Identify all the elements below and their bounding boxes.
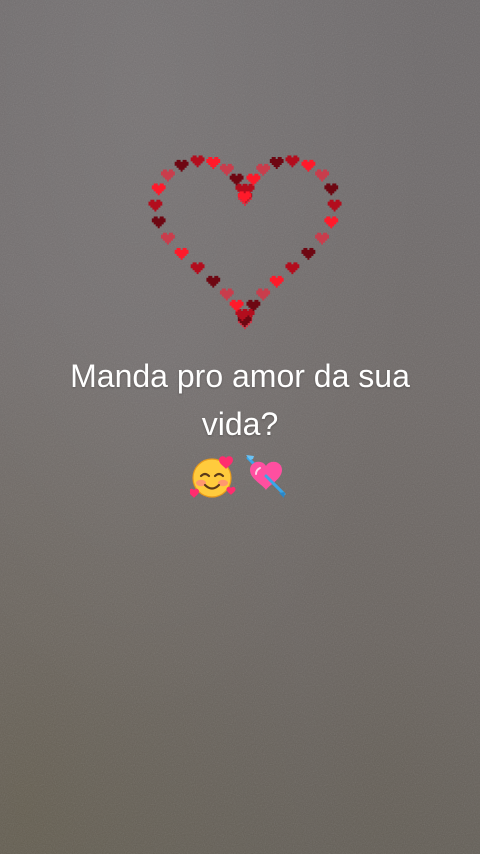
- smiling-face-with-hearts-icon: [189, 456, 236, 498]
- small-heart-icon: [285, 262, 300, 275]
- small-heart-icon: [174, 247, 189, 260]
- caption-text: Manda pro amor da sua vida?: [20, 352, 460, 448]
- small-heart-icon: [206, 157, 221, 169]
- small-heart-icon: [174, 159, 189, 172]
- small-heart-icon: [269, 157, 284, 169]
- caption-line-2: vida?: [201, 406, 279, 442]
- small-heart-icon: [327, 199, 342, 212]
- small-heart-icon: [315, 232, 330, 245]
- small-heart-icon: [229, 299, 244, 312]
- caption-line-1: Manda pro amor da sua: [70, 358, 410, 394]
- small-heart-icon: [324, 216, 339, 229]
- small-heart-icon: [285, 155, 300, 168]
- small-heart-icon: [160, 232, 175, 245]
- small-heart-icon: [151, 216, 166, 229]
- small-heart-icon: [256, 288, 271, 301]
- small-heart-icon: [151, 183, 166, 196]
- small-heart-icon: [160, 169, 175, 182]
- small-heart-icon: [246, 173, 261, 186]
- small-heart-icon: [269, 275, 284, 288]
- small-heart-icon: [246, 299, 261, 312]
- small-heart-icon: [148, 199, 163, 212]
- small-heart-icon: [190, 262, 205, 275]
- small-heart-icon: [229, 173, 244, 186]
- small-heart-icon: [190, 155, 205, 168]
- heart-with-arrow-icon: [246, 455, 286, 498]
- small-heart-icon: [301, 159, 316, 172]
- small-heart-icon: [301, 247, 316, 260]
- emoji-row: [0, 452, 480, 502]
- small-heart-icon: [324, 183, 339, 196]
- small-heart-icon: [206, 275, 221, 288]
- small-heart-icon: [315, 169, 330, 182]
- small-heart-icon: [219, 288, 234, 301]
